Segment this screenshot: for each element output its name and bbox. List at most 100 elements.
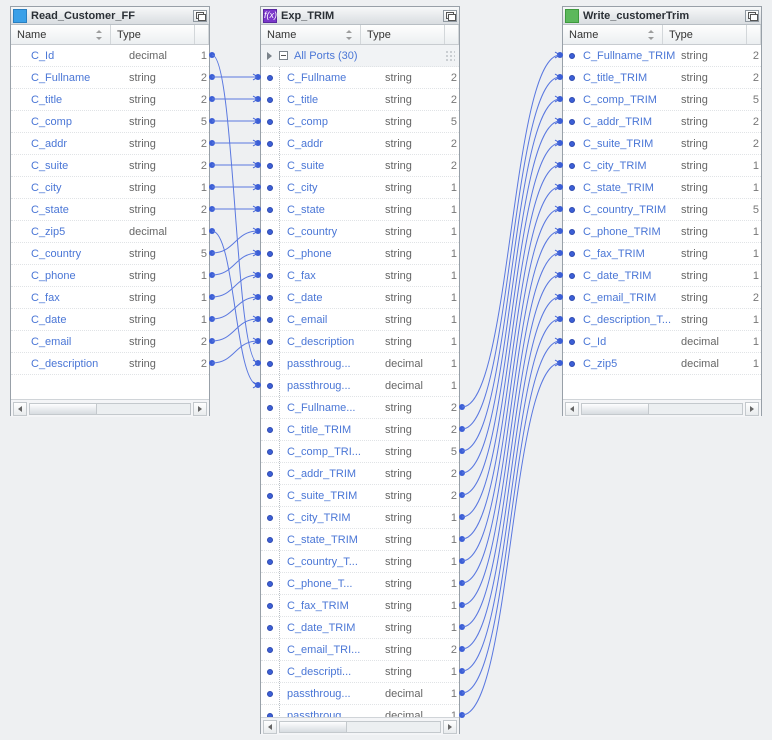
port-in-icon[interactable]	[267, 581, 273, 587]
port-in-icon[interactable]	[569, 53, 575, 59]
port-row[interactable]: C_titlestring2	[11, 89, 209, 111]
port-row[interactable]: passthroug...decimal1	[261, 353, 459, 375]
scroll-left-icon[interactable]	[13, 402, 27, 416]
port-row[interactable]: C_suite_TRIMstring2	[563, 133, 761, 155]
port-in-icon[interactable]	[267, 75, 273, 81]
port-row[interactable]: C_state_TRIMstring1	[563, 177, 761, 199]
port-in-icon[interactable]	[267, 251, 273, 257]
port-in-icon[interactable]	[267, 603, 273, 609]
port-in-icon[interactable]	[267, 361, 273, 367]
port-in-icon[interactable]	[569, 75, 575, 81]
port-in-icon[interactable]	[569, 317, 575, 323]
port-in-icon[interactable]	[267, 713, 273, 718]
port-row[interactable]: C_title_TRIMstring2	[261, 419, 459, 441]
port-row[interactable]: C_compstring5	[261, 111, 459, 133]
port-in-icon[interactable]	[569, 185, 575, 191]
port-row[interactable]: C_date_TRIMstring1	[261, 617, 459, 639]
port-in-icon[interactable]	[267, 427, 273, 433]
scroll-right-icon[interactable]	[443, 720, 457, 734]
port-row[interactable]: C_citystring1	[261, 177, 459, 199]
port-row[interactable]: C_descriptionstring1	[261, 331, 459, 353]
port-in-icon[interactable]	[267, 537, 273, 543]
port-in-icon[interactable]	[267, 515, 273, 521]
scroll-left-icon[interactable]	[263, 720, 277, 734]
port-row[interactable]: C_Iddecimal1	[11, 45, 209, 67]
port-row[interactable]: C_email_TRIMstring2	[563, 287, 761, 309]
port-row[interactable]: C_suitestring2	[261, 155, 459, 177]
port-row[interactable]: C_title_TRIMstring2	[563, 67, 761, 89]
port-row[interactable]: C_phonestring1	[11, 265, 209, 287]
port-row[interactable]: C_comp_TRIMstring5	[563, 89, 761, 111]
port-in-icon[interactable]	[267, 97, 273, 103]
port-row[interactable]: C_titlestring2	[261, 89, 459, 111]
scroll-track[interactable]	[279, 721, 441, 733]
grip-icon[interactable]	[445, 50, 455, 62]
port-in-icon[interactable]	[267, 691, 273, 697]
scroll-right-icon[interactable]	[193, 402, 207, 416]
port-row[interactable]: C_statestring2	[11, 199, 209, 221]
port-in-icon[interactable]	[267, 449, 273, 455]
collapse-icon[interactable]	[279, 51, 288, 60]
scroll-track[interactable]	[581, 403, 743, 415]
port-row[interactable]: C_Fullname...string2	[261, 397, 459, 419]
port-row[interactable]: C_statestring1	[261, 199, 459, 221]
port-in-icon[interactable]	[267, 185, 273, 191]
col-type[interactable]: Type	[361, 25, 445, 44]
restore-icon[interactable]	[443, 10, 457, 22]
port-in-icon[interactable]	[267, 383, 273, 389]
port-in-icon[interactable]	[569, 119, 575, 125]
scroll-thumb[interactable]	[280, 722, 347, 732]
port-row[interactable]: C_city_TRIMstring1	[261, 507, 459, 529]
port-row[interactable]: C_compstring5	[11, 111, 209, 133]
port-in-icon[interactable]	[569, 295, 575, 301]
port-row[interactable]: C_addr_TRIMstring2	[261, 463, 459, 485]
port-row[interactable]: C_phonestring1	[261, 243, 459, 265]
port-in-icon[interactable]	[569, 207, 575, 213]
col-extra[interactable]	[195, 25, 209, 44]
port-row[interactable]: passthroug...decimal1	[261, 375, 459, 397]
port-row[interactable]: C_Iddecimal1	[563, 331, 761, 353]
scroll-thumb[interactable]	[582, 404, 649, 414]
port-row[interactable]: C_zip5decimal1	[563, 353, 761, 375]
sort-icon[interactable]	[94, 30, 104, 40]
port-row[interactable]: C_suitestring2	[11, 155, 209, 177]
scroll-thumb[interactable]	[30, 404, 97, 414]
port-row[interactable]: C_addrstring2	[261, 133, 459, 155]
port-row[interactable]: C_country_TRIMstring5	[563, 199, 761, 221]
port-in-icon[interactable]	[267, 493, 273, 499]
port-row[interactable]: C_phone_T...string1	[261, 573, 459, 595]
port-in-icon[interactable]	[267, 669, 273, 675]
port-row[interactable]: C_date_TRIMstring1	[563, 265, 761, 287]
port-row[interactable]: C_state_TRIMstring1	[261, 529, 459, 551]
port-in-icon[interactable]	[267, 339, 273, 345]
port-row[interactable]: C_addrstring2	[11, 133, 209, 155]
col-type[interactable]: Type	[663, 25, 747, 44]
port-in-icon[interactable]	[569, 141, 575, 147]
port-row[interactable]: C_phone_TRIMstring1	[563, 221, 761, 243]
port-row[interactable]: C_Fullnamestring2	[11, 67, 209, 89]
port-row[interactable]: C_Fullname_TRIMstring2	[563, 45, 761, 67]
port-row[interactable]: C_datestring1	[11, 309, 209, 331]
scroll-right-icon[interactable]	[745, 402, 759, 416]
port-in-icon[interactable]	[267, 163, 273, 169]
port-in-icon[interactable]	[569, 339, 575, 345]
port-row[interactable]: C_zip5decimal1	[11, 221, 209, 243]
port-in-icon[interactable]	[267, 559, 273, 565]
port-in-icon[interactable]	[267, 625, 273, 631]
port-row[interactable]: C_countrystring5	[11, 243, 209, 265]
col-name[interactable]: Name	[563, 25, 663, 44]
h-scrollbar[interactable]	[261, 717, 459, 735]
col-type[interactable]: Type	[111, 25, 195, 44]
panel-exp[interactable]: f(x)Exp_TRIMNameTypeAll Ports (30)C_Full…	[260, 6, 460, 734]
port-in-icon[interactable]	[267, 273, 273, 279]
port-row[interactable]: C_emailstring1	[261, 309, 459, 331]
port-in-icon[interactable]	[267, 141, 273, 147]
h-scrollbar[interactable]	[563, 399, 761, 417]
port-row[interactable]: C_comp_TRI...string5	[261, 441, 459, 463]
col-name[interactable]: Name	[11, 25, 111, 44]
port-row[interactable]: C_description_T...string1	[563, 309, 761, 331]
port-row[interactable]: C_addr_TRIMstring2	[563, 111, 761, 133]
port-row[interactable]: passthroug...decimal1	[261, 683, 459, 705]
titlebar[interactable]: f(x)Exp_TRIM	[261, 7, 459, 25]
scroll-track[interactable]	[29, 403, 191, 415]
